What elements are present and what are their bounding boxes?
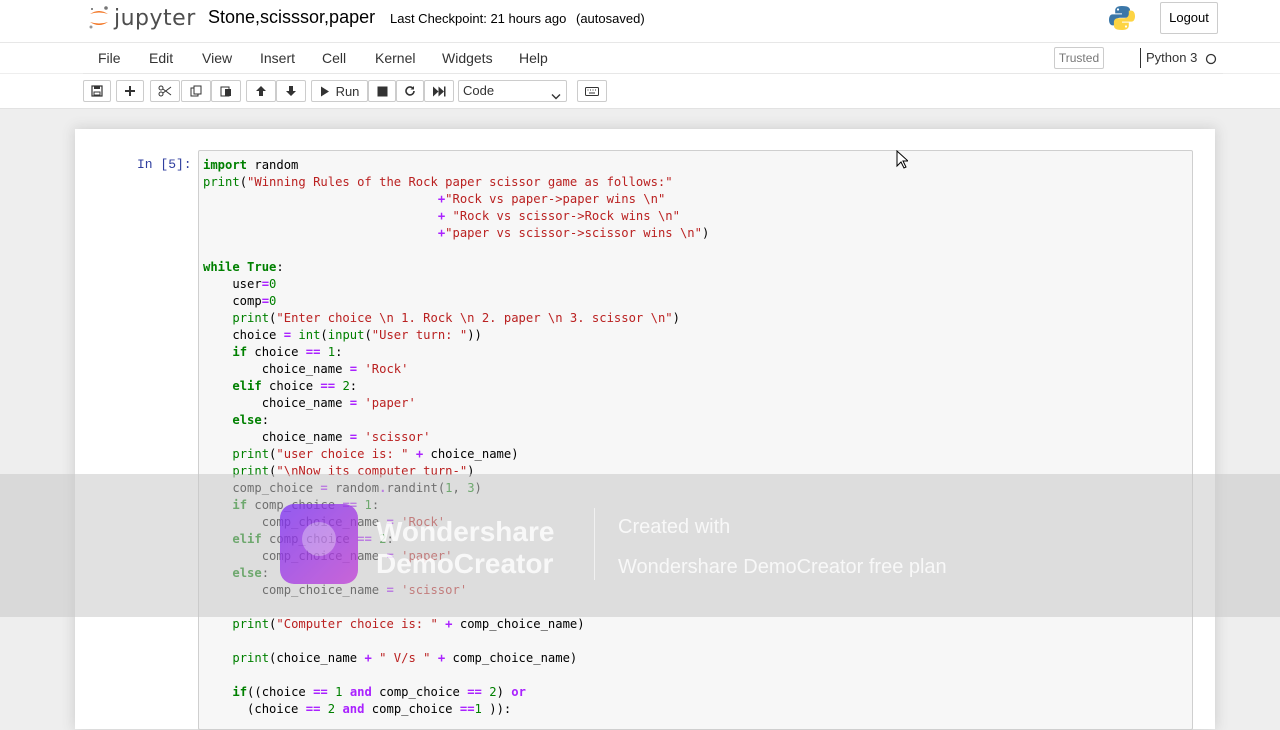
watermark-text-line2: Wondershare DemoCreator free plan xyxy=(618,556,947,578)
header: jupyter Stone,scisssor,paper Last Checkp… xyxy=(0,0,1280,43)
chevron-down-icon xyxy=(551,87,561,107)
paste-button[interactable] xyxy=(211,80,241,102)
save-button[interactable] xyxy=(83,80,111,102)
menu-cell[interactable]: Cell xyxy=(322,50,346,66)
watermark-brand-line1: Wondershare xyxy=(376,516,555,547)
watermark-brand-line2: DemoCreator xyxy=(376,548,554,579)
python-logo-icon xyxy=(1108,4,1136,32)
toolbar: Run Code xyxy=(0,74,1280,109)
insert-cell-button[interactable] xyxy=(116,80,144,102)
fast-forward-icon xyxy=(432,86,446,97)
democreator-logo-icon xyxy=(280,504,358,584)
run-label: Run xyxy=(335,83,360,99)
cell-prompt: In [5]: xyxy=(137,157,192,172)
restart-run-all-button[interactable] xyxy=(424,80,454,102)
play-icon xyxy=(320,86,330,97)
menu-file[interactable]: File xyxy=(98,50,121,66)
kernel-idle-icon xyxy=(1205,52,1217,70)
kernel-name: Python 3 xyxy=(1146,50,1198,65)
menu-help[interactable]: Help xyxy=(519,50,548,66)
kernel-divider xyxy=(1140,48,1141,68)
watermark-brand: Wondershare DemoCreator xyxy=(376,516,554,580)
paste-icon xyxy=(220,85,232,97)
save-icon xyxy=(91,85,103,97)
jupyter-logo[interactable]: jupyter xyxy=(88,4,196,32)
menu-view[interactable]: View xyxy=(202,50,232,66)
mouse-cursor-icon xyxy=(896,149,910,174)
move-down-button[interactable] xyxy=(276,80,306,102)
restart-button[interactable] xyxy=(396,80,424,102)
autosave-status: (autosaved) xyxy=(576,11,645,26)
menubar: File Edit View Insert Cell Kernel Widget… xyxy=(0,43,1280,74)
logout-button[interactable]: Logout xyxy=(1160,2,1218,34)
checkpoint-status: Last Checkpoint: 21 hours ago xyxy=(390,11,567,26)
interrupt-button[interactable] xyxy=(368,80,396,102)
cell-type-value: Code xyxy=(463,83,495,98)
menu-insert[interactable]: Insert xyxy=(260,50,295,66)
jupyter-icon xyxy=(88,5,110,31)
notebook-name[interactable]: Stone,scisssor,paper xyxy=(208,7,375,28)
watermark-text-line1: Created with xyxy=(618,516,731,538)
menu-widgets[interactable]: Widgets xyxy=(442,50,493,66)
run-button[interactable]: Run xyxy=(311,80,368,102)
arrow-up-icon xyxy=(255,85,267,97)
scissors-icon xyxy=(158,85,172,97)
menu-edit[interactable]: Edit xyxy=(149,50,173,66)
move-up-button[interactable] xyxy=(246,80,276,102)
command-palette-button[interactable] xyxy=(577,80,607,102)
cut-button[interactable] xyxy=(150,80,180,102)
arrow-down-icon xyxy=(285,85,297,97)
code-editor[interactable]: import random print("Winning Rules of th… xyxy=(203,157,709,718)
menu-kernel[interactable]: Kernel xyxy=(375,50,415,66)
cell-type-select[interactable]: Code xyxy=(458,80,567,102)
jupyter-wordmark: jupyter xyxy=(114,5,196,31)
stop-icon xyxy=(377,86,388,97)
copy-button[interactable] xyxy=(181,80,211,102)
watermark-overlay: Wondershare DemoCreator Created with Won… xyxy=(0,474,1280,617)
copy-icon xyxy=(190,85,202,97)
watermark-divider xyxy=(594,508,595,580)
trusted-indicator[interactable]: Trusted xyxy=(1054,47,1104,69)
keyboard-icon xyxy=(585,86,599,96)
restart-icon xyxy=(404,85,416,97)
plus-icon xyxy=(124,85,136,97)
